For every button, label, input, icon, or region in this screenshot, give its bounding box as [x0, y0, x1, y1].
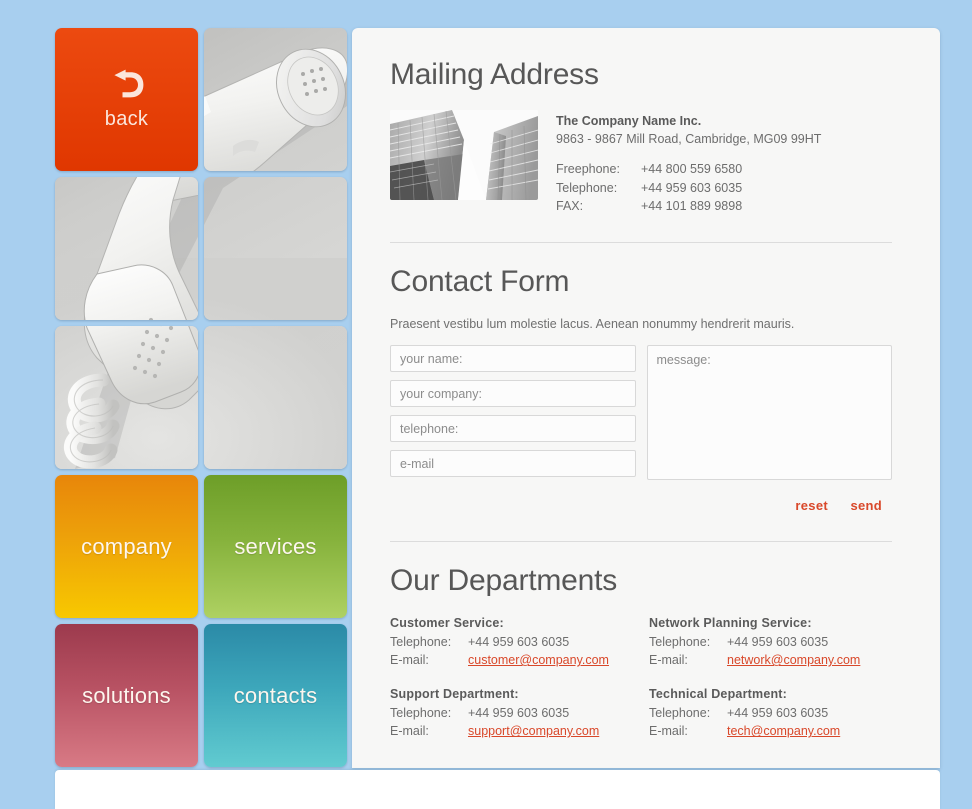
department-email-row: E-mail: customer@company.com	[390, 651, 609, 669]
telephone-input[interactable]	[390, 415, 636, 442]
nav-tile-photo-3[interactable]	[204, 177, 347, 320]
mailing-phone-table: Freephone: +44 800 559 6580 Telephone: +…	[556, 161, 742, 216]
nav-tile-back-label: back	[104, 107, 149, 130]
street-address: 9863 - 9867 Mill Road, Cambridge, MG09 9…	[556, 132, 822, 147]
telephone-handset-photo	[204, 326, 347, 469]
nav-tile-photo-5[interactable]	[204, 326, 347, 469]
email-label: E-mail:	[390, 653, 429, 668]
department-contact-table: Telephone: +44 959 603 6035 E-mail: supp…	[390, 704, 599, 740]
nav-tile-services-label: services	[234, 533, 317, 559]
email-label: E-mail:	[649, 653, 688, 668]
mailing-address-block: The Company Name Inc. 9863 - 9867 Mill R…	[390, 110, 892, 216]
email-label: E-mail:	[649, 724, 688, 739]
department-phone-row: Telephone: +44 959 603 6035	[390, 633, 609, 651]
contact-form-actions: reset send	[390, 497, 892, 515]
department-phone-row: Telephone: +44 959 603 6035	[390, 704, 599, 722]
address-text: The Company Name Inc. 9863 - 9867 Mill R…	[556, 110, 821, 216]
page-root: back company services solutions contacts…	[0, 0, 972, 809]
mailing-address-title: Mailing Address	[390, 58, 599, 91]
divider-form-departments	[390, 541, 892, 542]
nav-tile-solutions-label: solutions	[82, 682, 171, 708]
nav-tile-back[interactable]: back	[55, 28, 198, 171]
phone-label: Telephone:	[390, 706, 452, 721]
department-name: Network Planning Service:	[649, 616, 812, 630]
nav-tile-contacts-label: contacts	[233, 682, 318, 708]
phone-row: Telephone: +44 959 603 6035	[556, 180, 742, 198]
bottom-strip	[55, 770, 940, 809]
department-name: Support Department:	[390, 687, 519, 702]
nav-tile-company[interactable]: company	[55, 475, 198, 618]
freephone-label: Freephone:	[556, 162, 620, 177]
department-support: Support Department: Telephone: +44 959 6…	[390, 687, 633, 740]
department-email-link[interactable]: network@company.com	[727, 653, 860, 667]
telephone-label: Telephone:	[556, 180, 618, 195]
contact-form-title: Contact Form	[390, 265, 570, 298]
department-customer-service: Customer Service: Telephone: +44 959 603…	[390, 616, 633, 669]
telephone-value: +44 959 603 6035	[641, 180, 743, 195]
departments-title: Our Departments	[390, 564, 618, 597]
phone-value: +44 959 603 6035	[468, 706, 570, 721]
your-name-input[interactable]	[390, 345, 636, 372]
department-email-link[interactable]: tech@company.com	[727, 724, 840, 738]
fax-value: +44 101 889 9898	[641, 198, 743, 213]
contact-form-right-column	[646, 345, 892, 485]
phone-value: +44 959 603 6035	[727, 635, 829, 649]
department-contact-table: Telephone: +44 959 603 6035 E-mail: tech…	[649, 704, 840, 740]
reset-button[interactable]: reset	[795, 498, 828, 513]
nav-tile-solutions[interactable]: solutions	[55, 624, 198, 767]
back-arrow-icon	[108, 69, 146, 104]
company-name: The Company Name Inc.	[556, 114, 702, 128]
department-email-row: E-mail: support@company.com	[390, 722, 599, 740]
nav-tile-photo-1[interactable]	[204, 28, 347, 171]
tile-navigation: back company services solutions contacts	[55, 28, 350, 770]
contact-form	[390, 345, 892, 485]
telephone-handset-photo	[55, 177, 198, 320]
phone-label: Telephone:	[390, 635, 452, 649]
email-label: E-mail:	[390, 724, 429, 739]
department-contact-table: Telephone: +44 959 603 6035 E-mail: cust…	[390, 633, 609, 669]
department-contact-table: Telephone: +44 959 603 6035 E-mail: netw…	[649, 633, 860, 669]
phone-value: +44 959 603 6035	[468, 635, 570, 649]
nav-tile-company-label: company	[81, 533, 172, 559]
message-textarea[interactable]	[646, 345, 892, 480]
fax-label: FAX:	[556, 198, 584, 213]
skyscrapers-photo	[390, 110, 538, 200]
send-button[interactable]: send	[850, 498, 882, 513]
phone-label: Telephone:	[649, 706, 711, 721]
phone-label: Telephone:	[649, 635, 711, 649]
contact-form-intro: Praesent vestibu lum molestie lacus. Aen…	[390, 317, 795, 331]
freephone-value: +44 800 559 6580	[641, 162, 743, 177]
department-phone-row: Telephone: +44 959 603 6035	[649, 704, 840, 722]
phone-row: FAX: +44 101 889 9898	[556, 198, 742, 216]
department-network-planning-service: Network Planning Service: Telephone: +44…	[649, 616, 892, 669]
department-name: Technical Department:	[649, 687, 788, 702]
telephone-handset-photo	[204, 28, 347, 171]
nav-tile-services[interactable]: services	[204, 475, 347, 618]
department-email-row: E-mail: tech@company.com	[649, 722, 840, 740]
contact-form-left-column	[390, 345, 636, 485]
department-phone-row: Telephone: +44 959 603 6035	[649, 633, 860, 651]
nav-tile-photo-4[interactable]	[55, 326, 198, 469]
nav-tile-photo-2[interactable]	[55, 177, 198, 320]
department-name: Customer Service:	[390, 616, 504, 630]
department-email-row: E-mail: network@company.com	[649, 651, 860, 669]
divider-mailing-form	[390, 242, 892, 243]
email-input[interactable]	[390, 450, 636, 477]
phone-value: +44 959 603 6035	[727, 706, 829, 721]
telephone-handset-photo	[204, 177, 347, 320]
departments-grid: Customer Service: Telephone: +44 959 603…	[390, 616, 892, 741]
department-email-link[interactable]: support@company.com	[468, 724, 599, 738]
main-content-panel: Mailing Address The Company Name Inc. 98…	[352, 28, 940, 768]
nav-tile-contacts[interactable]: contacts	[204, 624, 347, 767]
telephone-handset-photo	[55, 326, 198, 469]
phone-row: Freephone: +44 800 559 6580	[556, 161, 742, 179]
department-technical: Technical Department: Telephone: +44 959…	[649, 687, 892, 740]
department-email-link[interactable]: customer@company.com	[468, 653, 609, 667]
your-company-input[interactable]	[390, 380, 636, 407]
